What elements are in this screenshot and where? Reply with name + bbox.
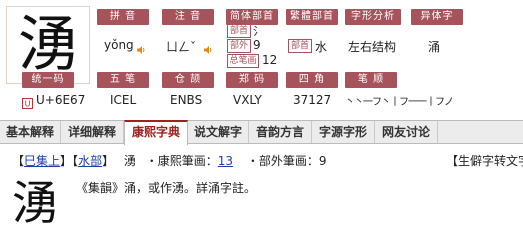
tab-bar: 基本解释 详细解释 康熙字典 说文解字 音韵方言 字源字形 网友讨论	[0, 120, 523, 145]
pinyin-value: yǒng	[104, 38, 134, 52]
volume-link[interactable]: 巳集上	[24, 154, 60, 168]
kangxi-character-image: 湧	[12, 176, 58, 230]
structure-label: 字形分析	[345, 9, 401, 25]
total-strokes-sublabel: 总笔画	[227, 54, 259, 68]
bracket-close: 】	[102, 154, 115, 168]
tab-ziyuan[interactable]: 字源字形	[312, 121, 375, 143]
definition-text: 《集韻》涌，或作湧。詳涌字註。	[76, 181, 257, 195]
trad-radical-value: 水	[315, 40, 328, 54]
kangxi-outside-value: 9	[318, 154, 327, 168]
zhengma-label: 郑 码	[226, 72, 278, 88]
speaker-icon[interactable]	[136, 40, 146, 59]
simp-radical-label: 简体部首	[226, 9, 278, 25]
stroke-order-value: 丶丶一フ丶丨フ一一丨フノ	[345, 97, 454, 108]
svg-text:U: U	[25, 100, 31, 109]
unicode-label: 统一码	[22, 72, 74, 88]
tab-yinyun[interactable]: 音韵方言	[249, 121, 312, 143]
outside-strokes-sublabel: 部外	[227, 39, 251, 53]
kangxi-char: 湧	[123, 154, 136, 168]
radical-sublabel: 部首	[227, 24, 251, 38]
unicode-value: U+6E67	[36, 93, 86, 107]
strokes-label: 笔 顺	[345, 72, 397, 88]
tab-detail[interactable]: 详细解释	[61, 121, 124, 143]
sijiao-label: 四 角	[286, 72, 338, 88]
bracket-close: 】	[60, 154, 73, 168]
tab-discussion[interactable]: 网友讨论	[375, 121, 438, 143]
trad-radical-label: 繁體部首	[286, 9, 338, 25]
outside-strokes-value: 9	[253, 38, 261, 52]
pinyin-label: 拼 音	[97, 9, 149, 25]
wubi-value: ICEL	[110, 93, 137, 107]
cangjie-value: ENBS	[170, 93, 203, 107]
trad-radical-sublabel: 部首	[288, 39, 312, 53]
simp-radical-value: 氵	[253, 25, 264, 38]
convert-link[interactable]: 【生僻字转文字	[446, 152, 523, 169]
wubi-label: 五 笔	[97, 72, 149, 88]
tab-basic[interactable]: 基本解释	[0, 121, 61, 143]
unicode-icon: U	[22, 94, 33, 113]
variant-label: 异体字	[411, 9, 463, 25]
tab-kangxi[interactable]: 康熙字典	[124, 120, 188, 145]
kangxi-info-row: 【巳集上】【水部】 湧 ・康熙筆画：13 ・部外筆画：9	[12, 152, 327, 169]
outside-strokes-label: ・部外筆画：	[246, 154, 319, 168]
total-strokes-value: 12	[262, 53, 278, 67]
bracket-open: 【	[12, 154, 25, 168]
section-link[interactable]: 水部	[78, 154, 102, 168]
zhuyin-value: ㄩㄥˇ	[166, 40, 197, 54]
kangxi-strokes-label: ・康熙筆画：	[145, 154, 218, 168]
zhuyin-label: 注 音	[162, 9, 214, 25]
speaker-icon[interactable]	[203, 40, 213, 59]
sijiao-value: 37127	[293, 93, 332, 107]
zhengma-value: VXLY	[233, 93, 262, 107]
cangjie-label: 仓 颉	[162, 72, 214, 88]
tab-shuowen[interactable]: 说文解字	[188, 121, 249, 143]
structure-value: 左右结构	[348, 40, 397, 54]
variant-value[interactable]: 涌	[428, 38, 440, 55]
kangxi-strokes-value[interactable]: 13	[218, 154, 233, 168]
